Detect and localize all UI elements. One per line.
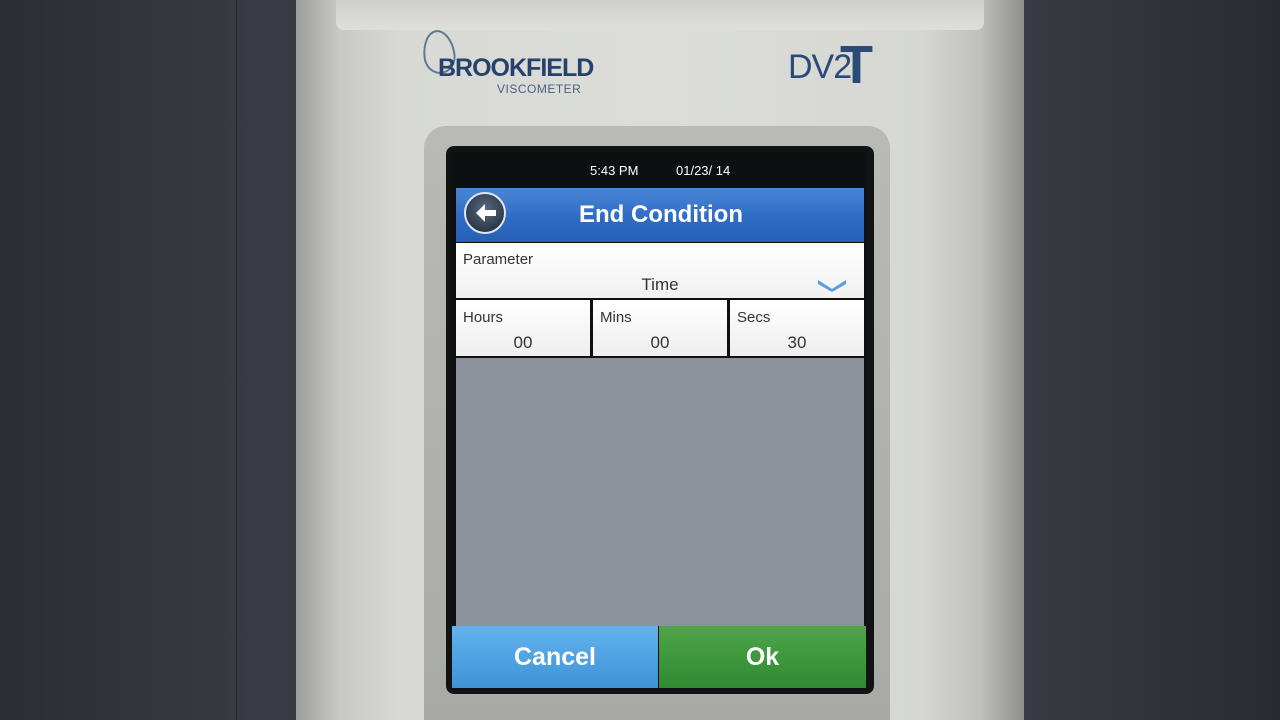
- mins-label: Mins: [600, 309, 632, 326]
- mins-field[interactable]: Mins 00: [593, 300, 727, 356]
- ok-button[interactable]: Ok: [659, 626, 866, 688]
- hours-label: Hours: [463, 309, 504, 326]
- back-arrow-icon: [476, 204, 496, 222]
- background-seam: [236, 0, 237, 720]
- mins-value: 00: [650, 333, 670, 352]
- page-title: End Condition: [579, 201, 743, 228]
- model-logo: DV2 T: [788, 38, 898, 94]
- brand-logo: BROOKFIELD VISCOMETER: [420, 26, 594, 102]
- status-date: 01/23/ 14: [676, 163, 731, 178]
- chevron-down-icon: [818, 280, 846, 292]
- brand-name: BROOKFIELD: [438, 54, 594, 82]
- status-bar: 5:43 PM 01/23/ 14: [452, 152, 866, 188]
- status-time: 5:43 PM: [590, 163, 639, 178]
- cancel-button[interactable]: Cancel: [452, 626, 658, 688]
- content-area: [456, 358, 864, 626]
- touch-screen: 5:43 PM 01/23/ 14 End Condition Paramete…: [452, 152, 866, 688]
- parameter-dropdown[interactable]: Parameter Time: [456, 243, 864, 298]
- hours-field[interactable]: Hours 00: [456, 300, 590, 356]
- brand-subtitle: VISCOMETER: [497, 82, 582, 96]
- time-fields: Hours 00 Mins 00 Secs 30: [456, 300, 864, 356]
- model-suffix: T: [840, 35, 873, 95]
- secs-value: 30: [787, 333, 807, 352]
- parameter-value: Time: [641, 275, 679, 294]
- title-bar: End Condition: [456, 188, 864, 242]
- parameter-label: Parameter: [463, 251, 534, 268]
- back-button[interactable]: [464, 192, 506, 234]
- hours-value: 00: [513, 333, 533, 352]
- secs-label: Secs: [737, 309, 771, 326]
- secs-field[interactable]: Secs 30: [730, 300, 864, 356]
